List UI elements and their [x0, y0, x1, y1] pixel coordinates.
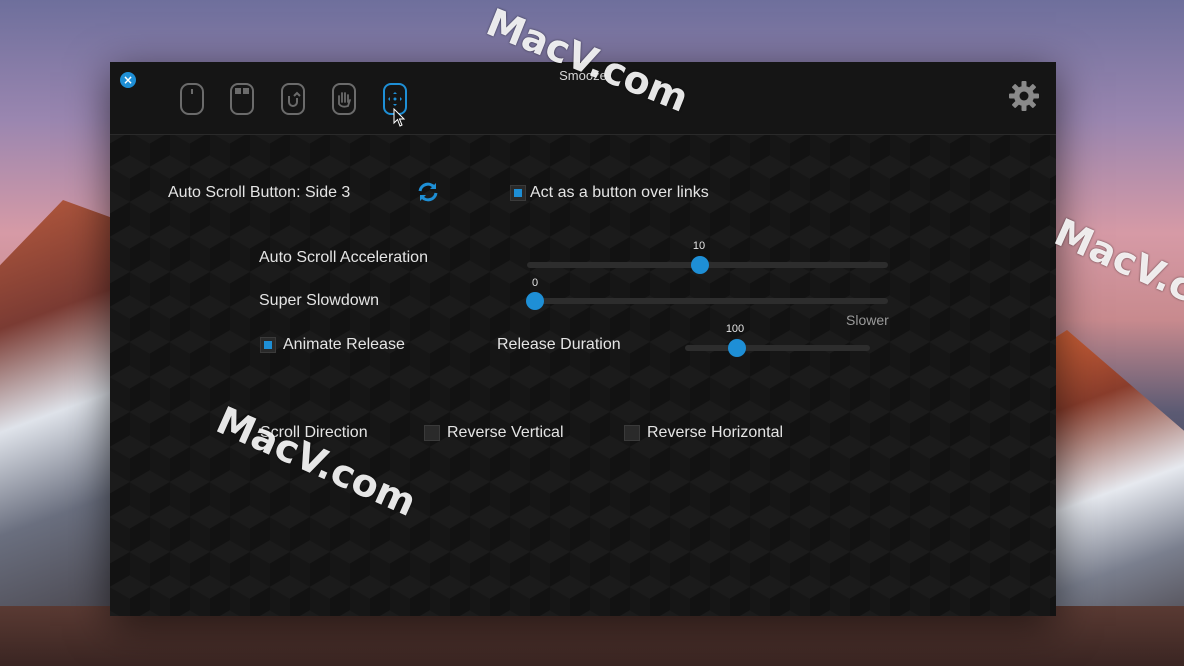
acceleration-slider-thumb[interactable] — [691, 256, 710, 274]
mouse-gesture-icon — [281, 83, 305, 115]
acceleration-label: Auto Scroll Acceleration — [259, 249, 428, 266]
reverse-horizontal-checkbox[interactable] — [624, 425, 640, 441]
reverse-vertical-label: Reverse Vertical — [447, 424, 564, 441]
tab-gestures[interactable] — [280, 82, 306, 116]
release-duration-value: 100 — [725, 323, 745, 335]
slowdown-slider-thumb[interactable] — [526, 292, 544, 310]
watermark: MacV.com — [1048, 210, 1184, 337]
release-duration-slider-thumb[interactable] — [727, 339, 746, 357]
animate-release-checkbox[interactable] — [260, 337, 276, 353]
tab-grab[interactable] — [331, 82, 357, 116]
reverse-vertical-checkbox[interactable] — [424, 425, 440, 441]
reverse-horizontal-label: Reverse Horizontal — [647, 424, 784, 441]
slowdown-value: 0 — [531, 277, 539, 289]
refresh-icon[interactable] — [416, 180, 440, 204]
auto-scroll-button-label: Auto Scroll Button: Side 3 — [168, 184, 351, 201]
mouse-buttons-icon — [230, 83, 254, 115]
titlebar: × Smooze — [110, 62, 1056, 135]
animate-release-label: Animate Release — [283, 336, 405, 353]
slowdown-slider[interactable] — [526, 292, 888, 310]
tab-buttons[interactable] — [229, 82, 255, 116]
mouse-pointer-icon — [393, 108, 406, 127]
acceleration-value: 10 — [692, 240, 706, 252]
mouse-icon — [180, 83, 204, 115]
release-duration-label: Release Duration — [497, 336, 621, 353]
act-as-button-label: Act as a button over links — [530, 184, 709, 201]
act-as-button-checkbox[interactable] — [510, 185, 526, 201]
slowdown-label: Super Slowdown — [259, 292, 380, 309]
scroll-direction-label: Scroll Direction — [260, 424, 368, 441]
slowdown-max-label: Slower — [846, 312, 889, 328]
release-duration-slider[interactable] — [685, 339, 870, 357]
settings-gear-icon[interactable] — [1008, 80, 1040, 112]
smooze-window: × Smooze Auto Scroll Button: Side 3 Act … — [110, 62, 1056, 616]
window-title: Smooze — [559, 68, 607, 83]
acceleration-slider[interactable] — [527, 256, 888, 274]
mouse-grab-icon — [332, 83, 356, 115]
tab-mouse[interactable] — [179, 82, 205, 116]
